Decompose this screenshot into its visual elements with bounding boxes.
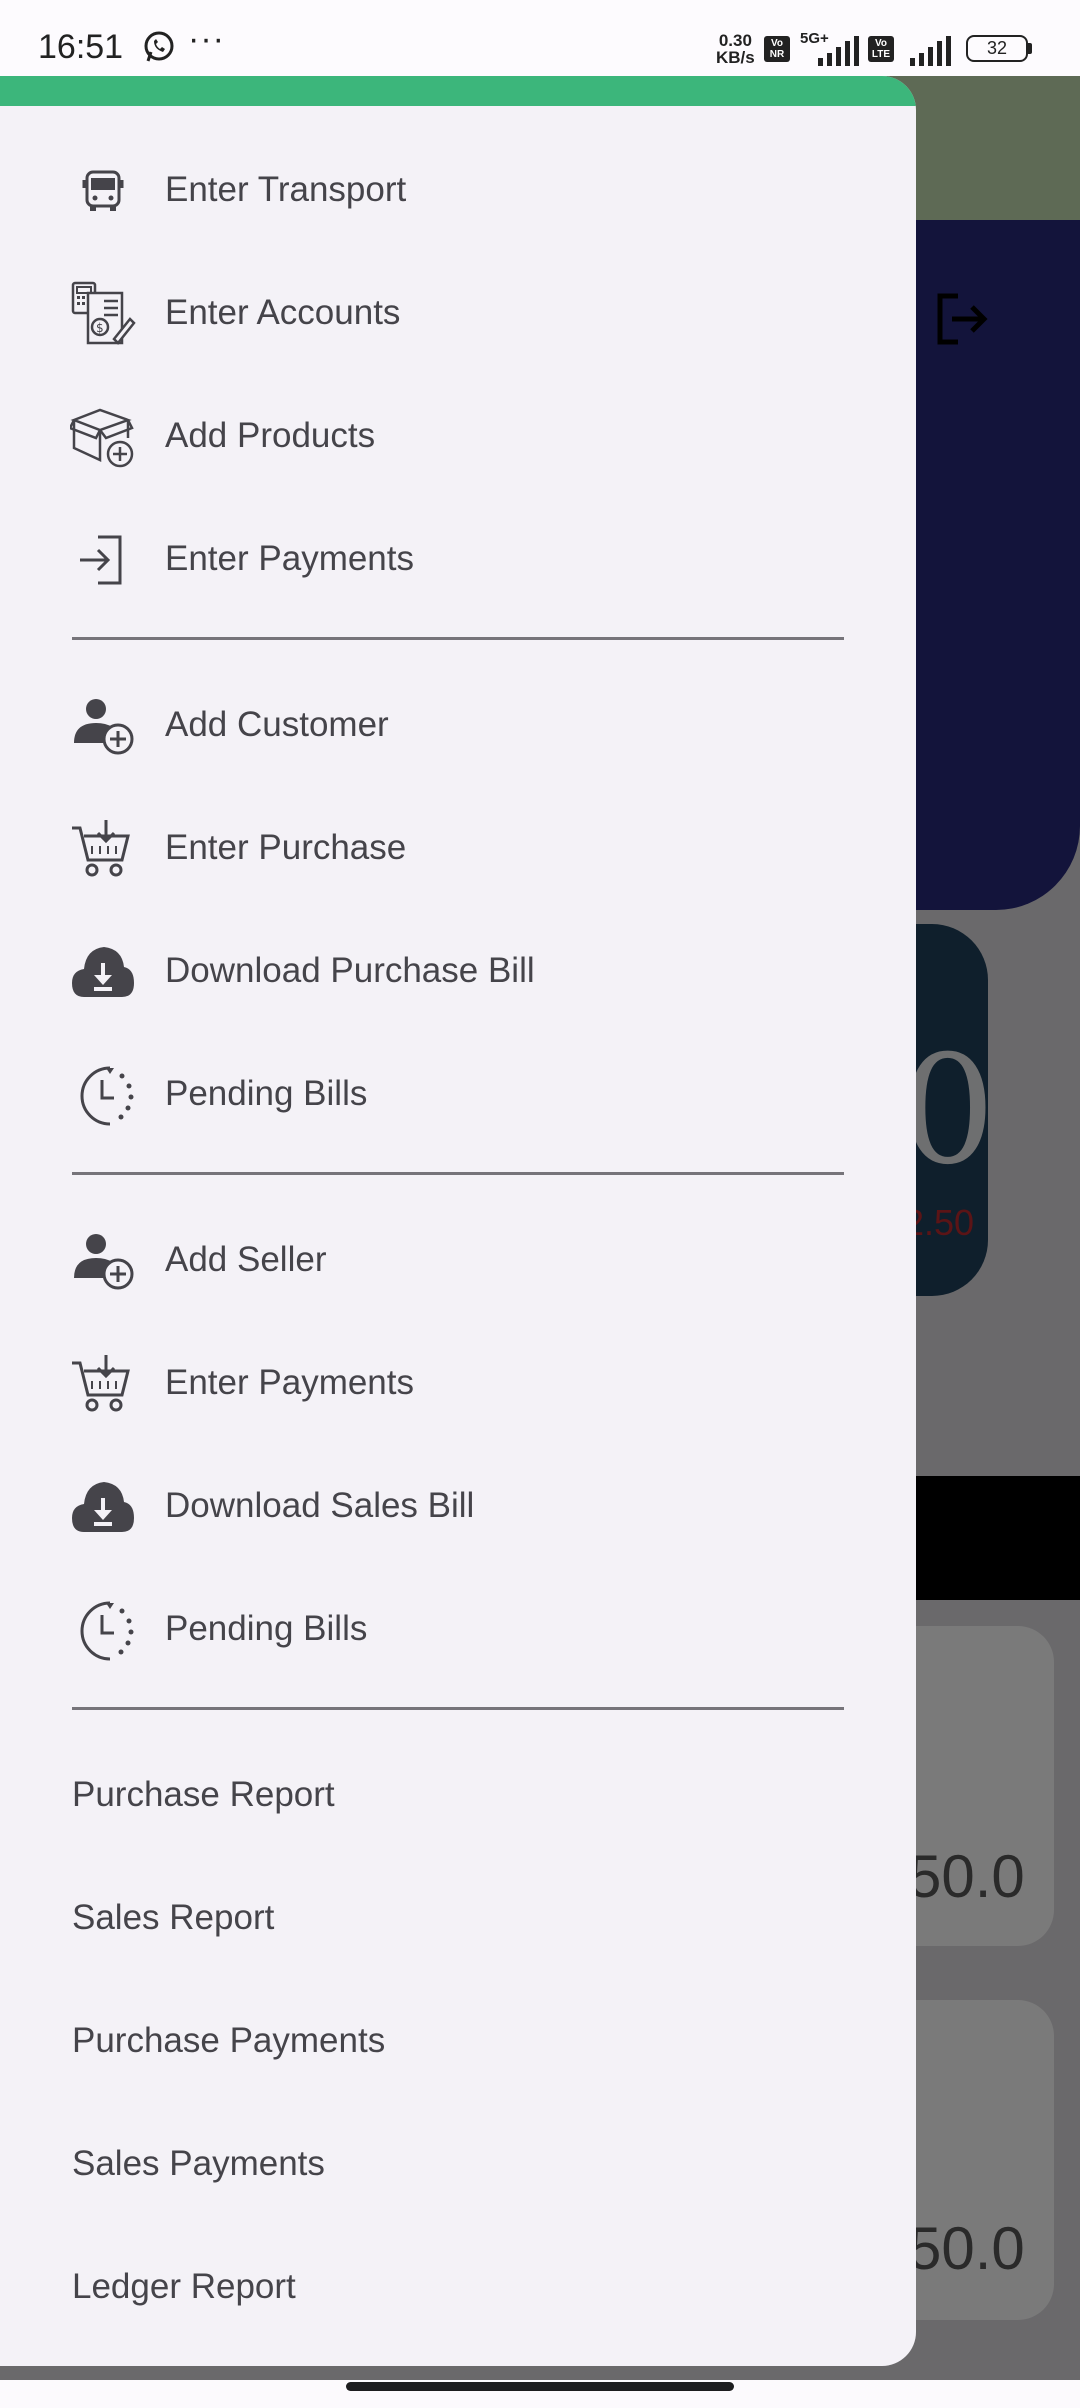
clock-pending-icon xyxy=(70,1062,136,1128)
menu-item-label: Add Seller xyxy=(165,1240,327,1279)
add-user-icon xyxy=(70,693,136,759)
battery-icon: 32 xyxy=(966,35,1028,62)
background-card-value: 50.0 xyxy=(908,2215,1025,2282)
menu-item-sales-report[interactable]: Sales Report xyxy=(0,1866,916,1970)
menu-item-label: Pending Bills xyxy=(165,1074,368,1113)
menu-item-ledger-report[interactable]: Ledger Report xyxy=(0,2235,916,2339)
menu-item-purchase-report[interactable]: Purchase Report xyxy=(0,1743,916,1847)
section-divider xyxy=(72,1172,844,1175)
menu-item-enter-accounts[interactable]: $ Enter Accounts xyxy=(0,261,916,365)
section-divider xyxy=(72,1707,844,1710)
navigation-drawer: Enter Transport $ Enter Accounts Add Pro… xyxy=(0,76,916,2366)
cloud-download-icon xyxy=(70,1474,136,1540)
cart-download-icon xyxy=(70,816,136,882)
menu-item-label: Download Sales Bill xyxy=(165,1486,475,1525)
background-card-value: 50.0 xyxy=(908,1843,1025,1910)
menu-item-label: Sales Payments xyxy=(72,2144,325,2183)
menu-item-label: Ledger Report xyxy=(72,2267,296,2306)
volte-badge: Vo LTE xyxy=(868,36,894,62)
signal-icon-1 xyxy=(818,36,859,66)
menu-item-label: Enter Transport xyxy=(165,170,407,209)
menu-item-add-products[interactable]: Add Products xyxy=(0,384,916,488)
accounts-icon: $ xyxy=(70,281,136,347)
menu-item-label: Add Customer xyxy=(165,705,389,744)
menu-item-label: Enter Accounts xyxy=(165,293,401,332)
cloud-download-icon xyxy=(70,939,136,1005)
menu-item-label: Pending Bills xyxy=(165,1609,368,1648)
menu-item-label: Add Products xyxy=(165,416,376,455)
menu-item-enter-payments-sales[interactable]: Enter Payments xyxy=(0,1331,916,1435)
cart-download-icon xyxy=(70,1351,136,1417)
add-box-icon xyxy=(70,404,136,470)
menu-item-enter-transport[interactable]: Enter Transport xyxy=(0,138,916,242)
section-divider xyxy=(72,637,844,640)
vonr-badge: Vo NR xyxy=(764,36,790,62)
signal-icon-2 xyxy=(910,36,951,66)
status-time: 16:51 xyxy=(38,28,124,66)
home-indicator[interactable] xyxy=(346,2382,734,2391)
network-speed: 0.30 KB/s xyxy=(716,32,755,66)
whatsapp-icon xyxy=(144,31,174,62)
drawer-accent-bar xyxy=(0,76,916,106)
menu-item-pending-bills[interactable]: Pending Bills xyxy=(0,1042,916,1146)
battery-tip xyxy=(1028,43,1032,54)
menu-item-label: Enter Payments xyxy=(165,539,414,578)
add-user-icon xyxy=(70,1228,136,1294)
menu-item-label: Enter Purchase xyxy=(165,828,407,867)
menu-item-label: Purchase Payments xyxy=(72,2021,386,2060)
logout-icon xyxy=(937,293,988,345)
menu-item-enter-purchase[interactable]: Enter Purchase xyxy=(0,796,916,900)
bus-icon xyxy=(70,158,136,224)
menu-item-purchase-payments[interactable]: Purchase Payments xyxy=(0,1989,916,2093)
menu-item-label: Enter Payments xyxy=(165,1363,414,1402)
more-notifications-icon: ··· xyxy=(188,20,225,58)
menu-item-pending-bills-sales[interactable]: Pending Bills xyxy=(0,1577,916,1681)
menu-item-label: Download Purchase Bill xyxy=(165,951,535,990)
menu-item-label: Sales Report xyxy=(72,1898,275,1937)
menu-item-add-customer[interactable]: Add Customer xyxy=(0,673,916,777)
menu-item-download-purchase-bill[interactable]: Download Purchase Bill xyxy=(0,919,916,1023)
clock-pending-icon xyxy=(70,1597,136,1663)
menu-item-enter-payments[interactable]: Enter Payments xyxy=(0,507,916,611)
network-speed-unit: KB/s xyxy=(716,48,755,67)
menu-item-download-sales-bill[interactable]: Download Sales Bill xyxy=(0,1454,916,1558)
menu-item-sales-payments[interactable]: Sales Payments xyxy=(0,2112,916,2216)
menu-item-add-seller[interactable]: Add Seller xyxy=(0,1208,916,1312)
svg-text:$: $ xyxy=(96,321,104,335)
login-icon xyxy=(70,527,136,593)
network-speed-value: 0.30 xyxy=(718,31,752,50)
status-bar: 16:51 ··· 0.30 KB/s Vo NR 5G+ Vo LTE 32 xyxy=(0,0,1080,76)
menu-item-label: Purchase Report xyxy=(72,1775,335,1814)
